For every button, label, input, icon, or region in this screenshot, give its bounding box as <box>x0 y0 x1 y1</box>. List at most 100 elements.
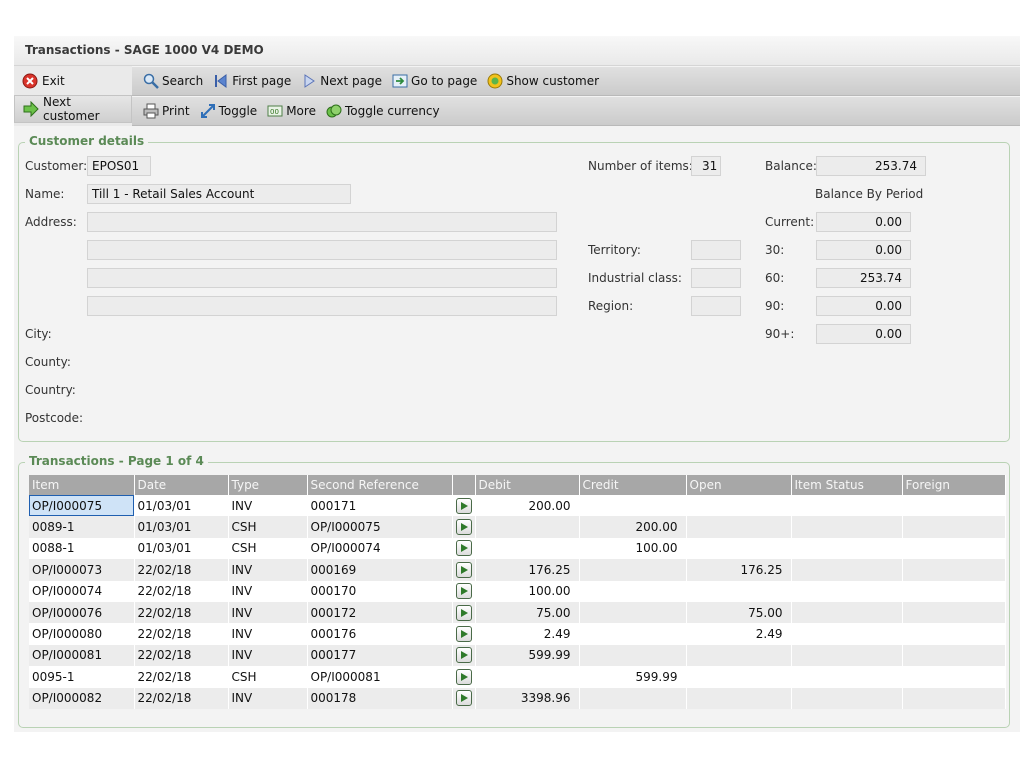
industrial-class-field[interactable] <box>691 268 741 288</box>
table-row[interactable]: OP/I000074 22/02/18 INV 000170 100.00 <box>29 580 1006 602</box>
cell-item[interactable]: OP/I000080 <box>29 623 135 645</box>
cell-type: INV <box>228 687 308 709</box>
cell-debit <box>475 516 580 538</box>
address-line-3-field[interactable] <box>87 268 557 288</box>
cell-item[interactable]: 0088-1 <box>29 537 135 560</box>
next-customer-label: Next customer <box>43 95 100 123</box>
column-header-foreign[interactable]: Foreign <box>902 475 1006 495</box>
go-to-page-button[interactable]: Go to page <box>387 69 482 93</box>
print-button[interactable]: Print <box>138 99 195 123</box>
country-label: Country: <box>25 383 76 397</box>
play-icon[interactable] <box>455 690 472 707</box>
number-of-items-label: Number of items: <box>588 159 693 173</box>
cell-item[interactable]: 0089-1 <box>29 516 135 538</box>
toolbar-actions: Print Toggle 00 More Toggle currency <box>132 97 1020 126</box>
cell-credit <box>579 623 687 645</box>
cell-foreign <box>902 495 1006 517</box>
column-header-debit[interactable]: Debit <box>475 475 580 495</box>
play-icon[interactable] <box>455 561 472 578</box>
cell-type: CSH <box>228 516 308 538</box>
cell-date: 22/02/18 <box>134 666 229 688</box>
cell-item[interactable]: OP/I000074 <box>29 580 135 602</box>
address-line-2-field[interactable] <box>87 240 557 260</box>
cell-credit: 100.00 <box>579 537 687 560</box>
number-of-items-field: 31 <box>691 156 721 176</box>
cell-open <box>686 495 792 517</box>
column-header-type[interactable]: Type <box>228 475 308 495</box>
cell-item[interactable]: OP/I000076 <box>29 601 135 624</box>
toolbar-navigation: Search First page Next page Go to page S… <box>132 67 1020 96</box>
more-label: More <box>286 104 316 118</box>
cell-open <box>686 687 792 709</box>
address-line-1-field[interactable] <box>87 212 557 232</box>
toggle-currency-button[interactable]: Toggle currency <box>321 99 445 123</box>
period-90-field: 0.00 <box>816 296 911 316</box>
table-row[interactable]: 0088-1 01/03/01 CSH OP/I000074 100.00 <box>29 537 1006 560</box>
play-icon[interactable] <box>455 583 472 600</box>
play-icon[interactable] <box>455 604 472 621</box>
first-page-button[interactable]: First page <box>208 69 296 93</box>
next-customer-button[interactable]: Next customer <box>14 95 132 123</box>
cell-action <box>452 601 476 624</box>
table-row[interactable]: OP/I000082 22/02/18 INV 000178 3398.96 <box>29 687 1006 709</box>
table-row[interactable]: OP/I000075 01/03/01 INV 000171 200.00 <box>29 495 1006 517</box>
table-row[interactable]: 0089-1 01/03/01 CSH OP/I000075 200.00 <box>29 516 1006 538</box>
play-icon[interactable] <box>455 497 472 514</box>
cell-item[interactable]: 0095-1 <box>29 666 135 688</box>
cell-action <box>452 537 476 560</box>
toggle-button[interactable]: Toggle <box>195 99 263 123</box>
table-row[interactable]: OP/I000073 22/02/18 INV 000169 176.25 17… <box>29 559 1006 581</box>
cell-foreign <box>902 687 1006 709</box>
cell-second-reference: 000169 <box>307 559 453 581</box>
cell-credit <box>579 495 687 517</box>
play-icon[interactable] <box>455 647 472 664</box>
column-header-action <box>452 475 476 495</box>
exit-button[interactable]: Exit <box>14 67 132 95</box>
balance-by-period-label: Balance By Period <box>815 187 924 201</box>
cell-item[interactable]: OP/I000081 <box>29 644 135 667</box>
play-icon[interactable] <box>455 626 472 643</box>
cell-date: 01/03/01 <box>134 516 229 538</box>
play-icon[interactable] <box>455 519 472 536</box>
cell-date: 01/03/01 <box>134 495 229 517</box>
name-field[interactable]: Till 1 - Retail Sales Account <box>87 184 351 204</box>
column-header-date[interactable]: Date <box>134 475 229 495</box>
cell-credit <box>579 644 687 667</box>
cell-action <box>452 623 476 645</box>
customer-field[interactable]: EPOS01 <box>87 156 151 176</box>
table-row[interactable]: OP/I000080 22/02/18 INV 000176 2.49 2.49 <box>29 623 1006 645</box>
table-row[interactable]: OP/I000081 22/02/18 INV 000177 599.99 <box>29 644 1006 667</box>
more-icon: 00 <box>267 103 283 119</box>
city-label: City: <box>25 327 52 341</box>
first-page-label: First page <box>232 74 292 88</box>
column-header-open[interactable]: Open <box>686 475 792 495</box>
cell-item[interactable]: OP/I000082 <box>29 687 135 709</box>
play-icon[interactable] <box>455 668 472 685</box>
column-header-item-status[interactable]: Item Status <box>791 475 903 495</box>
window-title: Transactions - SAGE 1000 V4 DEMO <box>25 43 264 57</box>
next-page-button[interactable]: Next page <box>296 69 387 93</box>
cell-item[interactable]: OP/I000075 <box>29 495 135 517</box>
period-60-field: 253.74 <box>816 268 911 288</box>
cell-foreign <box>902 666 1006 688</box>
cell-open <box>686 537 792 560</box>
show-customer-label: Show customer <box>506 74 600 88</box>
column-header-item[interactable]: Item <box>29 475 135 495</box>
column-header-credit[interactable]: Credit <box>579 475 687 495</box>
table-row[interactable]: OP/I000076 22/02/18 INV 000172 75.00 75.… <box>29 601 1006 624</box>
column-header-second-reference[interactable]: Second Reference <box>307 475 453 495</box>
table-row[interactable]: 0095-1 22/02/18 CSH OP/I000081 599.99 <box>29 666 1006 688</box>
play-icon[interactable] <box>455 540 472 557</box>
cell-debit <box>475 666 580 688</box>
more-button[interactable]: 00 More <box>262 99 321 123</box>
customer-details-title: Customer details <box>25 134 149 148</box>
search-button[interactable]: Search <box>138 69 208 93</box>
cell-debit: 100.00 <box>475 580 580 602</box>
region-field[interactable] <box>691 296 741 316</box>
toggle-icon <box>200 103 216 119</box>
address-line-4-field[interactable] <box>87 296 557 316</box>
cell-item[interactable]: OP/I000073 <box>29 559 135 581</box>
show-customer-button[interactable]: Show customer <box>482 69 604 93</box>
territory-field[interactable] <box>691 240 741 260</box>
cell-debit: 200.00 <box>475 495 580 517</box>
